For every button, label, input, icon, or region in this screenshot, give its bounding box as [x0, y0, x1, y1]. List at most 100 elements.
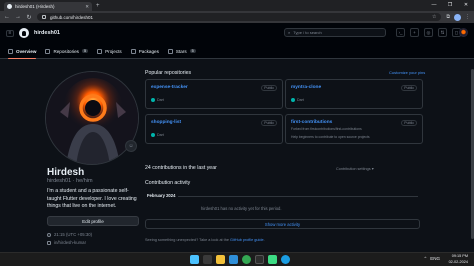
- url-text: github.com/hirdesh01: [50, 14, 94, 20]
- chrome-icon[interactable]: [242, 255, 251, 264]
- url-input[interactable]: github.com/hirdesh01 ☆: [37, 13, 442, 21]
- repo-fork-source[interactable]: Forked from firstcontributions/first-con…: [291, 127, 419, 131]
- command-palette-icon[interactable]: ›_: [396, 28, 405, 37]
- local-time-text: 21:15 (UTC +05:30): [54, 232, 93, 237]
- bookmark-star-icon[interactable]: ☆: [432, 14, 436, 20]
- create-new-icon[interactable]: +: [410, 28, 419, 37]
- back-arrow-icon[interactable]: ←: [4, 14, 10, 20]
- forward-arrow-icon[interactable]: →: [15, 14, 21, 20]
- repositories-count-badge: 5: [81, 49, 89, 53]
- site-info-icon[interactable]: [42, 15, 46, 19]
- contribution-settings-dropdown[interactable]: Contribution settings ▾: [336, 166, 374, 171]
- tab-packages[interactable]: Packages: [130, 44, 159, 58]
- repo-language: Dart: [151, 98, 164, 102]
- close-window-button[interactable]: ✕: [458, 0, 474, 11]
- extensions-icon[interactable]: ⧉: [446, 14, 450, 21]
- search-placeholder: Type / to search: [293, 30, 322, 35]
- taskbar-clock[interactable]: 09:15 PM 02-02-2024: [449, 254, 468, 265]
- book-icon: [8, 48, 13, 54]
- language-dot-icon: [151, 98, 155, 102]
- page-scrollbar[interactable]: [470, 59, 474, 252]
- social-link-text[interactable]: in/hirdesh-kumar: [54, 240, 86, 245]
- github-favicon-icon: [7, 4, 12, 9]
- stars-count-badge: 5: [189, 49, 196, 53]
- android-studio-icon[interactable]: [268, 255, 277, 264]
- search-input[interactable]: ⌕ Type / to search: [284, 28, 386, 37]
- tab-repositories[interactable]: Repositories 5: [45, 44, 89, 58]
- repo-name-link[interactable]: myntra-clone: [291, 85, 321, 90]
- clock-icon: [47, 232, 51, 237]
- language-dot-icon: [291, 98, 295, 102]
- language-indicator[interactable]: ENG: [430, 256, 440, 262]
- activity-month: February 2024: [147, 193, 176, 198]
- feedback-note: Seeing something unexpected? Take a look…: [145, 238, 265, 242]
- minimize-button[interactable]: —: [426, 0, 442, 11]
- repo-language: Dart: [151, 133, 164, 137]
- screen: hirdesh01 (Hirdesh) ✕ + — ❐ ✕ ← → ↻ gith…: [0, 0, 474, 266]
- repo-language-label: Dart: [297, 98, 304, 102]
- repo-card: myntra-clone Public Dart: [285, 79, 423, 109]
- edge-icon[interactable]: [281, 255, 290, 264]
- feedback-text: Seeing something unexpected? Take a look…: [145, 238, 229, 242]
- package-icon: [130, 48, 136, 54]
- issues-icon[interactable]: ◎: [424, 28, 433, 37]
- user-avatar[interactable]: [459, 28, 468, 37]
- pull-requests-icon[interactable]: ⇅: [438, 28, 447, 37]
- vscode-icon[interactable]: [229, 255, 238, 264]
- tray-overflow-icon[interactable]: ⌃: [423, 256, 427, 262]
- maximize-button[interactable]: ❐: [442, 0, 458, 11]
- set-status-icon[interactable]: ☺: [125, 140, 137, 152]
- repo-language-label: Dart: [157, 98, 164, 102]
- repo-card: expense-tracker Public Dart: [145, 79, 283, 109]
- repo-name-link[interactable]: shopping-list: [151, 120, 181, 125]
- customize-pins-link[interactable]: Customize your pins: [389, 70, 425, 75]
- system-tray: ⌃ ENG: [423, 256, 440, 262]
- repo-card: first-contributions Public Forked from f…: [285, 114, 423, 144]
- clock-date: 02-02-2024: [448, 259, 468, 264]
- contributions-count: 24 contributions in the last year: [145, 165, 217, 171]
- address-bar: ← → ↻ github.com/hirdesh01 ☆ ⧉ ⋮: [0, 11, 474, 23]
- tab-projects[interactable]: Projects: [97, 44, 122, 58]
- windows-taskbar: ⌃ ENG 09:15 PM 02-02-2024: [0, 252, 474, 266]
- tab-overview[interactable]: Overview: [8, 44, 37, 59]
- header-username[interactable]: hirdesh01: [34, 30, 60, 36]
- avatar-artwork: [46, 72, 138, 164]
- terminal-icon[interactable]: [255, 255, 264, 264]
- browser-profile-avatar[interactable]: [454, 13, 461, 21]
- github-logo-icon[interactable]: [19, 28, 29, 38]
- repo-name-link[interactable]: expense-tracker: [151, 85, 188, 90]
- scrollbar-thumb[interactable]: [471, 69, 474, 239]
- profile-nav: Overview Repositories 5 Projects Package…: [8, 44, 196, 59]
- windows-start-icon[interactable]: [190, 255, 199, 264]
- tab-stars-label: Stars: [175, 48, 187, 54]
- file-explorer-icon[interactable]: [216, 255, 225, 264]
- hamburger-menu-icon[interactable]: ≡: [6, 29, 14, 37]
- browser-toolbar: ⧉ ⋮: [446, 13, 470, 21]
- edit-profile-button[interactable]: Edit profile: [47, 216, 139, 226]
- repo-card: shopping-list Public Dart: [145, 114, 283, 144]
- taskbar-search-icon[interactable]: [203, 255, 212, 264]
- tab-stars[interactable]: Stars 5: [167, 44, 196, 58]
- visibility-badge: Public: [261, 85, 277, 91]
- show-more-activity-button[interactable]: Show more activity: [145, 219, 420, 229]
- repo-description: Help beginners to contribute to open sou…: [291, 135, 370, 139]
- browser-tab[interactable]: hirdesh01 (Hirdesh) ✕: [4, 2, 92, 11]
- repo-icon: [45, 48, 51, 54]
- language-dot-icon: [151, 133, 155, 137]
- profile-social-link[interactable]: in/hirdesh-kumar: [47, 240, 86, 245]
- popular-repos-title: Popular repositories: [145, 70, 192, 76]
- visibility-badge: Public: [401, 85, 417, 91]
- repo-language-label: Dart: [157, 133, 164, 137]
- repo-name-link[interactable]: first-contributions: [291, 120, 332, 125]
- profile-avatar[interactable]: [45, 71, 139, 165]
- tab-title: hirdesh01 (Hirdesh): [15, 4, 55, 9]
- profile-full-name: Hirdesh: [47, 167, 85, 178]
- tab-close-icon[interactable]: ✕: [85, 4, 89, 10]
- profile-guide-link[interactable]: GitHub profile guide: [230, 238, 264, 242]
- contribution-activity-title: Contribution activity: [145, 180, 191, 186]
- new-tab-icon[interactable]: +: [96, 2, 100, 11]
- reload-icon[interactable]: ↻: [26, 14, 32, 21]
- tab-projects-label: Projects: [105, 48, 122, 54]
- tab-overview-label: Overview: [16, 48, 37, 54]
- browser-menu-icon[interactable]: ⋮: [465, 14, 470, 21]
